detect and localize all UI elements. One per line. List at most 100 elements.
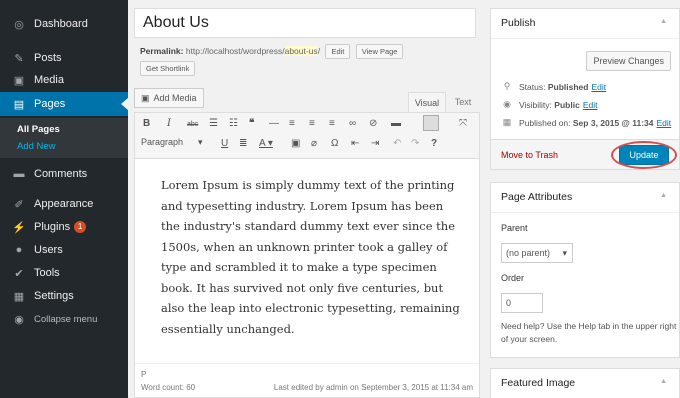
outdent-icon[interactable]: ⇤ [351, 138, 359, 149]
eye-icon: ◉ [503, 99, 511, 109]
parent-select[interactable]: (no parent) ▾ [501, 243, 573, 263]
permalink-label: Permalink: [140, 46, 184, 56]
help-icon[interactable]: ? [431, 138, 437, 149]
wrench-icon: ✔ [14, 267, 24, 280]
sidebar-item-tools[interactable]: ✔ Tools [0, 261, 128, 285]
sidebar-item-dashboard[interactable]: ◎ Dashboard [0, 12, 128, 36]
align-center-icon[interactable]: ≡ [309, 118, 315, 129]
align-left-icon[interactable]: ≡ [289, 118, 295, 129]
content-editor: B I abc ☰ ☷ ❝ — ≡ ≡ ≡ ∞ ⊘ ▬ ⤧ Paragraph … [134, 112, 480, 398]
sidebar-item-pages[interactable]: ▤ Pages [0, 92, 128, 116]
order-input[interactable]: 0 [501, 293, 543, 313]
editor-toolbar: B I abc ☰ ☷ ❝ — ≡ ≡ ≡ ∞ ⊘ ▬ ⤧ Paragraph … [135, 113, 479, 159]
help-text: Need help? Use the Help tab in the upper… [501, 321, 677, 344]
link-icon[interactable]: ∞ [349, 118, 356, 129]
collapse-menu-button[interactable]: ◉ Collapse menu [0, 307, 128, 331]
sidebar-item-posts[interactable]: ✎ Posts [0, 46, 128, 70]
bullet-list-icon[interactable]: ☰ [209, 118, 218, 129]
format-select[interactable]: Paragraph ▾ [141, 137, 203, 148]
unlink-icon[interactable]: ⊘ [369, 118, 377, 129]
edit-visibility-link[interactable]: Edit [583, 100, 598, 110]
admin-sidebar: ◎ Dashboard ✎ Posts ▣ Media ▤ Pages All Page… [0, 0, 128, 398]
settings-icon: ▦ [13, 290, 25, 303]
pages-icon: ▤ [13, 98, 25, 111]
editor-status-bar: P Word count: 60 Last edited by admin on… [135, 363, 479, 397]
sidebar-item-comments[interactable]: ▬ Comments [0, 162, 128, 186]
numbered-list-icon[interactable]: ☷ [229, 118, 238, 129]
published-date-row: ▦ Published on: Sep 3, 2015 @ 11:34 Edit [502, 117, 672, 128]
fullscreen-icon[interactable]: ⤧ [459, 118, 467, 129]
sidebar-item-media[interactable]: ▣ Media [0, 68, 128, 92]
editor-content[interactable]: Lorem Ipsum is simply dummy text of the … [161, 175, 461, 339]
align-right-icon[interactable]: ≡ [329, 118, 335, 129]
horizontal-line-icon[interactable]: — [269, 118, 279, 129]
text-color-icon[interactable]: A ▾ [259, 138, 273, 149]
collapse-icon: ◉ [14, 313, 24, 326]
order-label: Order [501, 273, 525, 283]
media-icon: ▣ [141, 92, 150, 103]
plugin-update-badge: 1 [74, 221, 87, 233]
edit-date-link[interactable]: Edit [656, 118, 671, 128]
sidebar-item-plugins[interactable]: ⚡ Plugins 1 [0, 215, 128, 239]
sidebar-item-users[interactable]: ● Users [0, 238, 128, 262]
page-title-input[interactable]: About Us [134, 8, 476, 38]
brush-icon: ✐ [14, 198, 24, 211]
page-attributes-box: Page Attributes ▲ Parent (no parent) ▾ Ord… [490, 182, 680, 358]
pages-submenu: All Pages Add New [0, 118, 128, 158]
submenu-add-new[interactable]: Add New [17, 141, 56, 152]
justify-icon[interactable]: ≣ [239, 138, 247, 149]
status-row: ⚲ Status: Published Edit [501, 81, 606, 92]
highlight-ring [611, 141, 677, 169]
permalink-row: Permalink: http://localhost/wordpress/ab… [140, 44, 404, 59]
indent-icon[interactable]: ⇥ [371, 138, 379, 149]
plugin-icon: ⚡ [12, 221, 26, 234]
last-edited: Last edited by admin on September 3, 201… [273, 383, 473, 392]
word-count: Word count: 60 [141, 383, 196, 392]
submenu-all-pages[interactable]: All Pages [17, 124, 60, 135]
permalink-slug[interactable]: about-us [284, 46, 318, 56]
move-to-trash-link[interactable]: Move to Trash [501, 150, 558, 160]
pushpin-icon: ✎ [14, 52, 24, 65]
paste-text-icon[interactable]: ▣ [291, 138, 300, 149]
toggle-arrow-icon[interactable]: ▲ [660, 18, 667, 25]
view-page-button[interactable]: View Page [355, 44, 404, 59]
calendar-icon: ▦ [502, 117, 512, 127]
edit-status-link[interactable]: Edit [591, 82, 606, 92]
key-icon: ⚲ [503, 81, 511, 91]
users-icon: ● [15, 244, 23, 256]
parent-label: Parent [501, 223, 528, 233]
bold-icon[interactable]: B [143, 118, 150, 129]
tab-visual[interactable]: Visual [408, 92, 446, 112]
page-attributes-header[interactable]: Page Attributes ▲ [491, 183, 679, 213]
read-more-icon[interactable]: ▬ [391, 118, 401, 129]
featured-image-box: Featured Image ▲ [490, 368, 680, 398]
sidebar-item-settings[interactable]: ▦ Settings [0, 284, 128, 308]
strikethrough-icon[interactable]: abc [187, 121, 198, 128]
publish-box: Publish ▲ Preview Changes ⚲ Status: Publi… [490, 8, 680, 170]
chevron-down-icon: ▾ [562, 248, 567, 258]
sidebar-item-appearance[interactable]: ✐ Appearance [0, 192, 128, 216]
dashboard-icon: ◎ [14, 18, 24, 31]
special-character-icon[interactable]: Ω [331, 138, 338, 149]
clear-formatting-icon[interactable]: ⌀ [311, 138, 317, 149]
comment-icon: ▬ [13, 168, 25, 180]
media-icon: ▣ [13, 74, 25, 87]
permalink-end: / [317, 46, 321, 56]
publish-box-header[interactable]: Publish ▲ [491, 9, 679, 39]
edit-permalink-button[interactable]: Edit [325, 44, 351, 59]
toggle-arrow-icon[interactable]: ▲ [660, 378, 667, 385]
blockquote-icon[interactable]: ❝ [249, 118, 254, 129]
preview-changes-button[interactable]: Preview Changes [586, 51, 671, 71]
featured-image-header[interactable]: Featured Image ▲ [491, 369, 679, 398]
italic-icon[interactable]: I [167, 118, 171, 129]
toggle-arrow-icon[interactable]: ▲ [660, 192, 667, 199]
toolbar-toggle-icon[interactable] [423, 115, 439, 131]
tab-text[interactable]: Text [448, 92, 478, 112]
add-media-button[interactable]: ▣ Add Media [134, 88, 204, 108]
undo-icon[interactable]: ↶ [393, 138, 401, 149]
redo-icon[interactable]: ↷ [411, 138, 419, 149]
publish-actions: Move to Trash Update [491, 139, 679, 169]
visibility-row: ◉ Visibility: Public Edit [501, 99, 597, 110]
get-shortlink-button[interactable]: Get Shortlink [140, 61, 196, 76]
underline-icon[interactable]: U [221, 138, 228, 149]
